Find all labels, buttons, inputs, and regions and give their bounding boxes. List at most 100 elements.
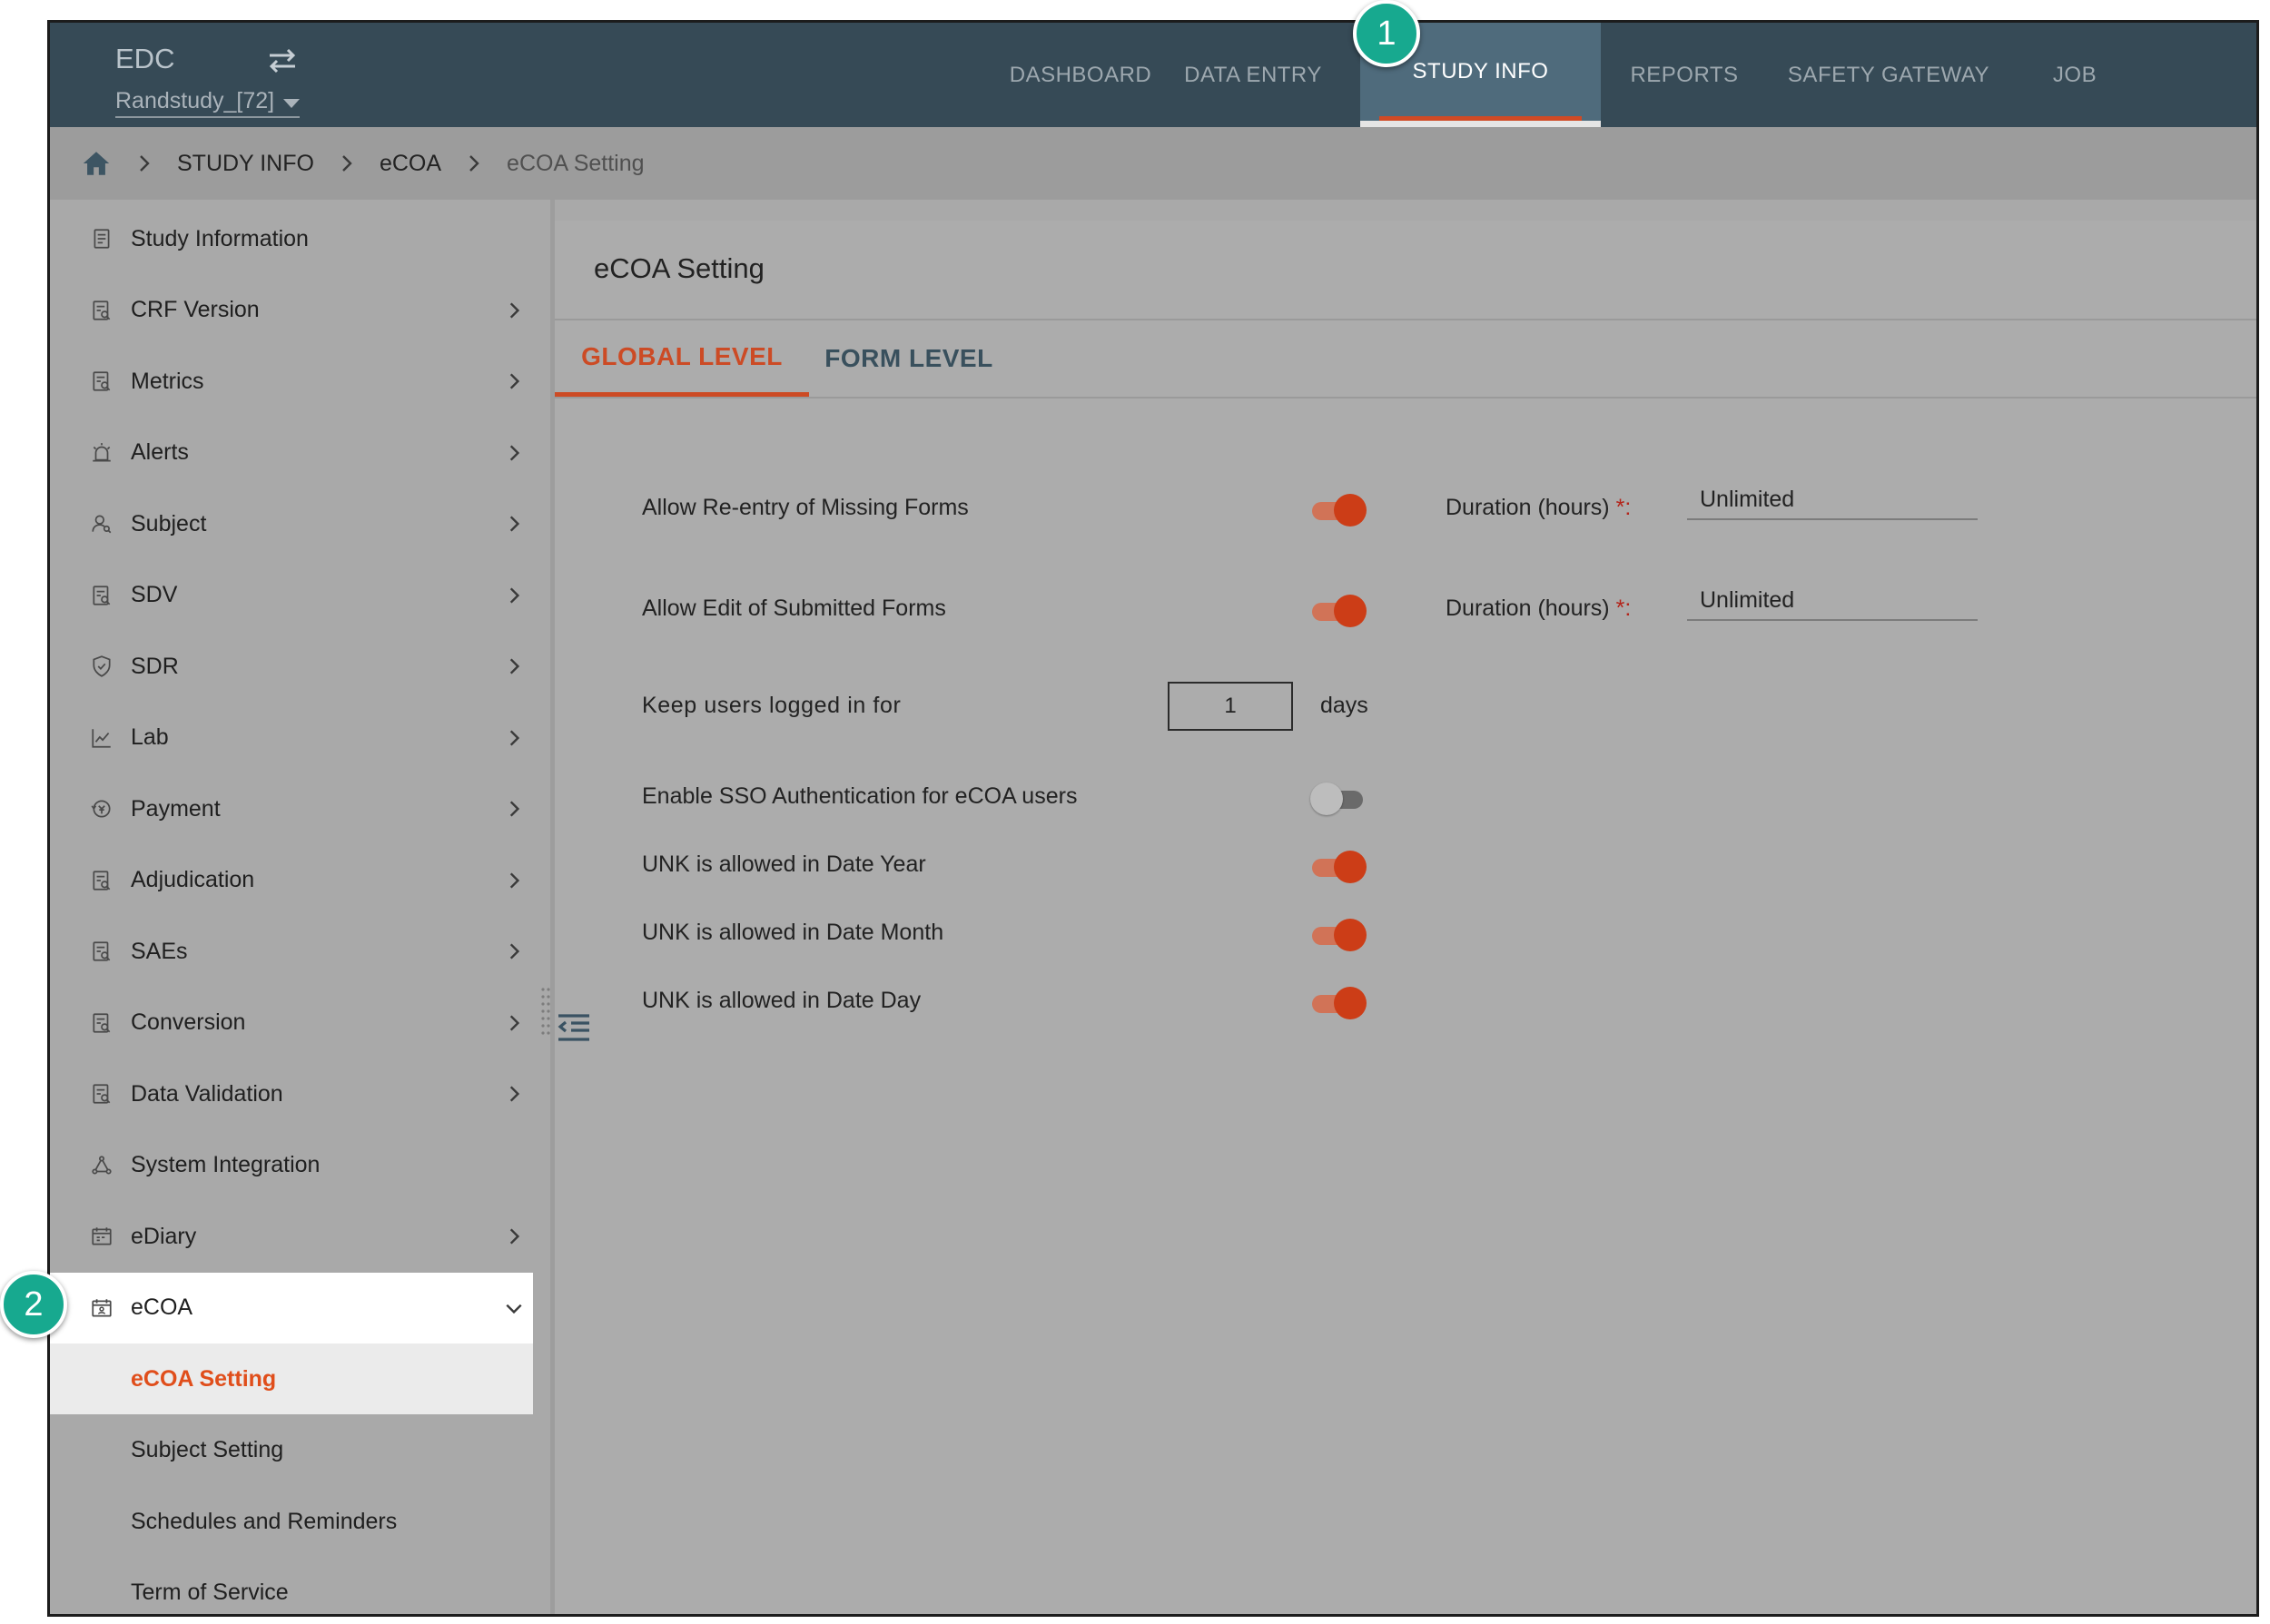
nav-data-entry[interactable]: DATA ENTRY xyxy=(1176,23,1330,127)
chevron-right-icon xyxy=(509,801,520,817)
sidebar-item-label: Conversion xyxy=(131,1009,246,1035)
form-search-icon xyxy=(93,585,111,605)
sidebar-item-saes[interactable]: SAEs xyxy=(50,916,533,987)
sidebar-item-lab[interactable]: Lab xyxy=(50,703,533,773)
sidebar-item-label: Lab xyxy=(131,724,169,750)
caret-down-icon xyxy=(283,98,301,108)
divider xyxy=(555,397,2256,399)
sidebar-item-label: Payment xyxy=(131,795,221,822)
sidebar-item-label: Alerts xyxy=(131,439,189,465)
chevron-right-icon xyxy=(509,943,520,960)
nav-job[interactable]: JOB xyxy=(2029,23,2120,127)
user-search-icon xyxy=(92,515,112,534)
sidebar-item-sdr[interactable]: SDR xyxy=(50,631,533,702)
sidebar-subitem-label: Term of Service xyxy=(131,1580,289,1605)
chevron-right-icon xyxy=(509,1014,520,1031)
sidebar-subitem-label: Schedules and Reminders xyxy=(131,1508,398,1534)
sidebar-subitem-term-of-service[interactable]: Term of Service xyxy=(50,1558,533,1615)
sidebar-item-label: eDiary xyxy=(131,1223,197,1249)
sidebar-item-adjudication[interactable]: Adjudication xyxy=(50,845,533,916)
sidebar-item-payment[interactable]: Payment xyxy=(50,773,533,844)
keep-logged-days-input[interactable]: 1 xyxy=(1168,682,1293,731)
chevron-right-icon xyxy=(509,1228,520,1245)
sidebar-item-label: Adjudication xyxy=(131,867,255,892)
sidebar-item-system-integration[interactable]: System Integration xyxy=(50,1130,533,1201)
swap-arrows-icon[interactable] xyxy=(264,43,301,79)
sidebar-item-ecoa[interactable]: eCOA xyxy=(50,1272,533,1343)
sso-label: Enable SSO Authentication for eCOA users xyxy=(642,783,1078,809)
study-selector[interactable]: Randstudy_[72] xyxy=(115,88,301,118)
app-window: EDC Randstudy_[72] DASHBOARD DATA ENTRY … xyxy=(47,20,2259,1617)
callout-1: 1 xyxy=(1353,0,1420,67)
sso-toggle[interactable] xyxy=(1310,782,1368,816)
sidebar-item-label: Subject xyxy=(131,510,207,536)
nav-reports[interactable]: REPORTS xyxy=(1616,23,1752,127)
payment-icon xyxy=(91,800,111,818)
days-unit-label: days xyxy=(1320,693,1368,718)
home-icon[interactable] xyxy=(81,148,112,179)
edit-toggle[interactable] xyxy=(1310,594,1368,628)
chevron-down-icon xyxy=(506,1304,522,1314)
sidebar-item-label: SDV xyxy=(131,582,178,607)
sidebar-subitem-schedules-and-reminders[interactable]: Schedules and Reminders xyxy=(50,1486,533,1557)
breadcrumb-study-info[interactable]: STUDY INFO xyxy=(177,151,314,177)
chevron-right-icon xyxy=(509,444,520,461)
sidebar-subitem-label: eCOA Setting xyxy=(131,1365,277,1392)
reentry-label: Allow Re-entry of Missing Forms xyxy=(642,495,969,520)
reentry-toggle[interactable] xyxy=(1310,493,1368,527)
chevron-right-icon xyxy=(509,516,520,532)
sidebar-subitem-ecoa-setting[interactable]: eCOA Setting xyxy=(50,1343,533,1414)
calendar-icon xyxy=(92,1227,112,1245)
breadcrumb: STUDY INFO eCOA eCOA Setting xyxy=(50,127,2256,200)
edit-duration-input[interactable]: Unlimited xyxy=(1687,585,1978,621)
sidebar-item-study-information[interactable]: Study Information xyxy=(50,203,533,274)
chevron-right-icon xyxy=(509,373,520,389)
form-search-icon xyxy=(93,1084,111,1104)
form-search-icon xyxy=(93,1012,111,1033)
document-icon xyxy=(94,229,110,249)
sidebar-item-data-validation[interactable]: Data Validation xyxy=(50,1058,533,1129)
sidebar-item-crf-version[interactable]: CRF Version xyxy=(50,275,533,346)
sidebar-item-alerts[interactable]: Alerts xyxy=(50,418,533,488)
sidebar-item-conversion[interactable]: Conversion xyxy=(50,988,533,1058)
unk-month-label: UNK is allowed in Date Month xyxy=(642,920,944,945)
sidebar-item-label: SAEs xyxy=(131,938,188,964)
chevron-right-icon xyxy=(509,658,520,674)
sidebar-item-ediary[interactable]: eDiary xyxy=(50,1201,533,1272)
nav-safety-gateway[interactable]: SAFETY GATEWAY xyxy=(1775,23,2002,127)
sidebar-item-subject[interactable]: Subject xyxy=(50,488,533,559)
line-chart-icon xyxy=(92,728,111,748)
form-search-icon xyxy=(93,300,111,320)
reentry-duration-input[interactable]: Unlimited xyxy=(1687,484,1978,520)
tab-form-level[interactable]: FORM LEVEL xyxy=(809,320,1009,397)
unk-month-toggle[interactable] xyxy=(1310,918,1368,952)
sidebar-subitem-subject-setting[interactable]: Subject Setting xyxy=(50,1415,533,1486)
sidebar-item-label: Data Validation xyxy=(131,1080,283,1107)
sidebar-item-label: SDR xyxy=(131,653,179,679)
collapse-sidebar-icon[interactable] xyxy=(555,1010,593,1047)
edit-duration-label: Duration (hours) *: xyxy=(1446,595,1632,621)
sidebar-item-sdv[interactable]: SDV xyxy=(50,560,533,631)
shield-icon xyxy=(93,655,111,677)
unk-year-label: UNK is allowed in Date Year xyxy=(642,851,926,877)
tab-global-level[interactable]: GLOBAL LEVEL xyxy=(555,320,809,397)
breadcrumb-ecoa-setting: eCOA Setting xyxy=(507,150,645,176)
form-search-icon xyxy=(93,371,111,391)
resize-handle-icon[interactable] xyxy=(540,985,551,1039)
edit-label: Allow Edit of Submitted Forms xyxy=(642,595,946,621)
chevron-right-icon xyxy=(509,1086,520,1102)
study-name: Randstudy_[72] xyxy=(115,88,275,113)
unk-day-toggle[interactable] xyxy=(1310,986,1368,1020)
nav-dashboard[interactable]: DASHBOARD xyxy=(1003,23,1158,127)
chevron-right-icon xyxy=(140,155,150,172)
chevron-right-icon xyxy=(342,155,352,172)
page-title: eCOA Setting xyxy=(594,252,765,284)
chevron-right-icon xyxy=(509,586,520,604)
unk-year-toggle[interactable] xyxy=(1310,850,1368,884)
settings-panel: eCOA Setting GLOBAL LEVEL FORM LEVEL All… xyxy=(555,221,2256,1614)
breadcrumb-ecoa[interactable]: eCOA xyxy=(380,151,441,177)
sidebar-item-metrics[interactable]: Metrics xyxy=(50,346,533,417)
form-search-icon xyxy=(93,870,111,891)
sidebar-item-label: Study Information xyxy=(131,225,309,251)
chevron-right-icon xyxy=(469,155,479,172)
